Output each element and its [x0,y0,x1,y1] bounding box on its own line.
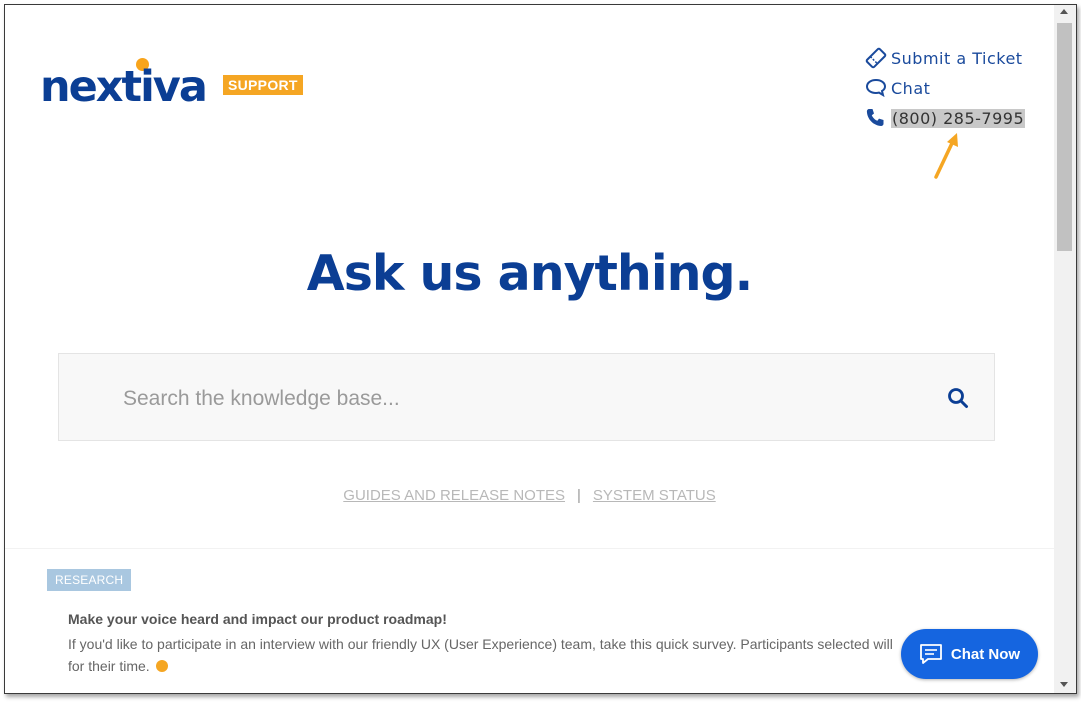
vertical-scrollbar[interactable] [1054,5,1076,693]
search-input[interactable] [121,378,905,420]
scrollbar-thumb[interactable] [1057,23,1072,251]
header-contact-links: Submit a Ticket Chat (800) 285-7995 [865,43,1026,133]
links-separator: | [577,487,581,504]
chat-now-button[interactable]: Chat Now [901,629,1038,679]
ticket-icon [865,47,891,69]
chat-now-label: Chat Now [950,645,1021,663]
search-box [58,353,995,441]
search-button[interactable] [946,386,972,412]
chat-link[interactable]: Chat [865,73,1025,103]
submit-ticket-label: Submit a Ticket [891,48,1023,68]
chat-bubble-icon [865,77,891,99]
logo-support-badge: SUPPORT [223,75,303,95]
research-tag: RESEARCH [47,569,132,591]
page-heading: Ask us anything. [306,245,753,302]
arrow-annotation [934,133,958,179]
research-body-end: for their time. [68,658,150,674]
research-body-text: If you'd like to participate in an inter… [68,636,893,652]
research-banner: RESEARCH Make your voice heard and impac… [5,548,1054,693]
phone-icon [865,107,891,129]
phone-number: (800) 285-7995 [891,108,1026,128]
logo-wordmark: nextiva [40,62,208,112]
scroll-down-arrow-icon[interactable] [1060,682,1068,687]
system-status-link[interactable]: SYSTEM STATUS [593,487,716,504]
quick-links: GUIDES AND RELEASE NOTES | SYSTEM STATUS [5,487,1054,504]
message-icon [920,644,942,664]
search-icon [948,388,968,408]
phone-link[interactable]: (800) 285-7995 [865,103,1026,133]
nextiva-support-logo[interactable]: nextiva SUPPORT [40,55,303,112]
arrow-right-icon[interactable] [155,660,168,673]
guides-release-notes-link[interactable]: GUIDES AND RELEASE NOTES [343,487,565,504]
scroll-up-arrow-icon[interactable] [1060,9,1068,14]
research-title: Make your voice heard and impact our pro… [68,611,447,627]
chat-label: Chat [891,78,931,98]
research-body: If you'd like to participate in an inter… [68,633,928,677]
browser-viewport: nextiva SUPPORT Submit a Ticket Chat (80… [4,4,1077,694]
submit-ticket-link[interactable]: Submit a Ticket [865,43,1025,73]
